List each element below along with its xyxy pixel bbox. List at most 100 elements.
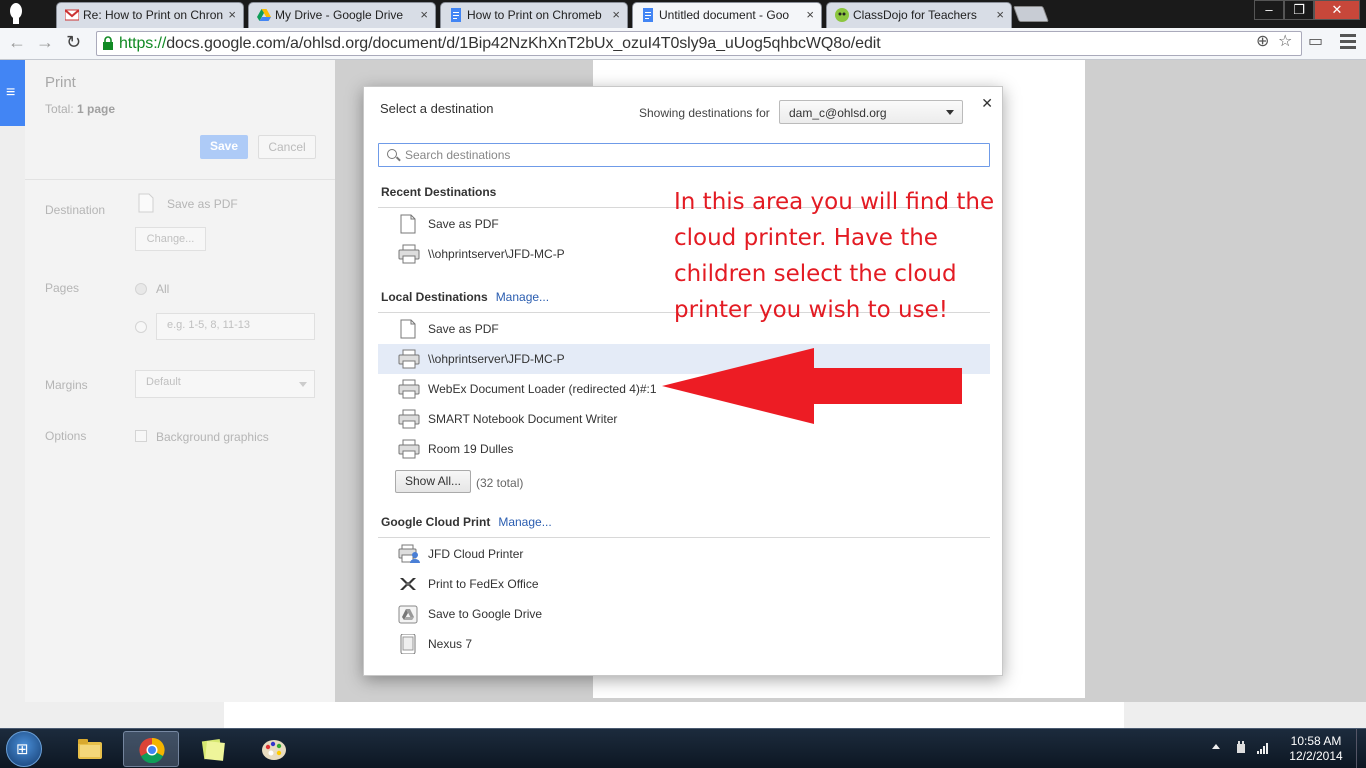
print-total: Total: 1 page <box>45 102 115 116</box>
destination-item[interactable]: JFD Cloud Printer <box>378 539 990 569</box>
pdf-file-icon <box>398 319 418 339</box>
printer-icon <box>398 379 420 399</box>
show-all-button[interactable]: Show All... <box>395 470 471 493</box>
destination-item[interactable]: Save to Google Drive <box>378 599 990 629</box>
folder-icon <box>78 739 102 759</box>
minimize-button[interactable]: – <box>1254 0 1284 20</box>
back-arrow-icon[interactable]: ← <box>8 32 26 53</box>
power-plug-icon[interactable] <box>1234 741 1248 755</box>
destination-label: JFD Cloud Printer <box>428 547 524 561</box>
pdf-file-icon <box>398 214 418 234</box>
zoom-icon[interactable]: ⊕ <box>1256 31 1269 51</box>
taskbar-explorer[interactable] <box>62 731 118 767</box>
network-signal-icon[interactable] <box>1256 741 1270 755</box>
printer-icon <box>398 349 420 369</box>
dialog-title: Select a destination <box>380 101 494 116</box>
paint-palette-icon <box>262 740 286 760</box>
destination-label: Destination <box>45 203 106 217</box>
account-select[interactable]: dam_c@ohlsd.org <box>779 100 963 124</box>
classdojo-icon <box>835 8 849 22</box>
margins-value: Default <box>146 376 181 388</box>
printer-icon <box>398 244 420 264</box>
manage-cloud-link[interactable]: Manage... <box>498 515 551 529</box>
search-input[interactable] <box>405 147 975 163</box>
total-value: 1 page <box>77 102 116 116</box>
cancel-button[interactable]: Cancel <box>258 135 316 159</box>
tab-untitled-document[interactable]: Untitled document - Goo × <box>632 2 822 28</box>
tab-title: Untitled document - Goo <box>659 8 790 22</box>
show-desktop-button[interactable] <box>1356 729 1366 768</box>
hamburger-icon[interactable]: ≡ <box>6 84 15 102</box>
taskbar-notes[interactable] <box>185 731 241 767</box>
google-drive-icon <box>398 604 418 624</box>
tab-drive[interactable]: My Drive - Google Drive × <box>248 2 436 28</box>
new-tab-button[interactable] <box>1013 6 1049 22</box>
docs-menu-bar: ≡ <box>0 60 25 126</box>
showing-destinations-label: Showing destinations for <box>639 106 770 120</box>
tab-classdojo[interactable]: ClassDojo for Teachers × <box>826 2 1012 28</box>
chrome-icon <box>139 737 165 763</box>
window-close-button[interactable]: ✕ <box>1314 0 1360 20</box>
tab-close-icon[interactable]: × <box>420 7 428 22</box>
pages-range-input[interactable]: e.g. 1-5, 8, 11-13 <box>156 313 315 340</box>
destination-label: SMART Notebook Document Writer <box>428 412 618 426</box>
maximize-button[interactable]: ❐ <box>1284 0 1314 20</box>
taskbar-paint[interactable] <box>246 731 302 767</box>
tab-title: My Drive - Google Drive <box>275 8 404 22</box>
background-graphics-checkbox[interactable] <box>135 430 147 442</box>
manage-local-link[interactable]: Manage... <box>496 290 549 304</box>
url-text: https://docs.google.com/a/ohlsd.org/docu… <box>119 35 881 53</box>
margins-label: Margins <box>45 378 88 392</box>
windows-logo-icon: ⊞ <box>16 741 29 758</box>
tab-close-icon[interactable]: × <box>996 7 1004 22</box>
cast-icon[interactable]: ▭ <box>1308 31 1323 51</box>
tab-close-icon[interactable]: × <box>228 7 236 22</box>
cloud-heading-label: Google Cloud Print <box>381 515 491 529</box>
change-destination-button[interactable]: Change... <box>135 227 206 251</box>
url-path: docs.google.com/a/ohlsd.org/document/d/1… <box>166 35 881 52</box>
forward-arrow-icon[interactable]: → <box>36 32 54 53</box>
system-clock[interactable]: 10:58 AM 12/2/2014 <box>1280 734 1352 764</box>
document-page-bottom <box>224 702 1124 728</box>
destination-item[interactable]: Nexus 7 <box>378 629 990 659</box>
tab-how-to-print[interactable]: How to Print on Chromeb × <box>440 2 628 28</box>
chrome-menu-icon[interactable] <box>1340 34 1356 52</box>
clock-date: 12/2/2014 <box>1289 749 1343 763</box>
print-title: Print <box>45 74 76 91</box>
tab-close-icon[interactable]: × <box>806 7 814 22</box>
tutorial-annotation: In this area you will find the cloud pri… <box>674 189 995 323</box>
margins-select[interactable]: Default <box>135 370 315 398</box>
destination-item[interactable]: Room 19 Dulles <box>378 434 990 464</box>
chevron-down-icon <box>946 110 954 115</box>
destination-label: Save as PDF <box>428 217 499 231</box>
save-button[interactable]: Save <box>200 135 248 159</box>
tab-close-icon[interactable]: × <box>612 7 620 22</box>
start-button[interactable]: ⊞ <box>6 731 42 767</box>
pages-custom-radio[interactable] <box>135 321 147 333</box>
browser-toolbar: ← → ↻ https://docs.google.com/a/ohlsd.or… <box>0 28 1366 60</box>
tab-title: How to Print on Chromeb <box>467 8 602 22</box>
search-destinations[interactable] <box>378 143 990 167</box>
divider <box>378 537 990 538</box>
destination-label: Print to FedEx Office <box>428 577 539 591</box>
printer-icon <box>398 409 420 429</box>
address-bar[interactable]: https://docs.google.com/a/ohlsd.org/docu… <box>96 31 1302 56</box>
gmail-icon <box>64 8 80 22</box>
reload-icon[interactable]: ↻ <box>66 32 81 53</box>
search-icon <box>387 149 397 159</box>
window-controls: – ❐ ✕ <box>1254 0 1360 20</box>
profile-icon[interactable] <box>8 2 24 26</box>
bookmark-star-icon[interactable]: ☆ <box>1278 31 1292 51</box>
show-hidden-icons-button[interactable] <box>1212 744 1220 749</box>
options-label: Options <box>45 429 87 443</box>
pages-label: Pages <box>45 281 80 295</box>
close-icon[interactable]: ✕ <box>981 95 993 112</box>
tab-gmail[interactable]: Re: How to Print on Chron × <box>56 2 244 28</box>
destination-item[interactable]: Print to FedEx Office <box>378 569 990 599</box>
taskbar-chrome[interactable] <box>123 731 179 767</box>
total-destinations: (32 total) <box>476 476 524 490</box>
sticky-notes-icon <box>201 738 225 761</box>
local-destinations-heading: Local Destinations Manage... <box>381 290 549 304</box>
pages-all-radio[interactable] <box>135 283 147 295</box>
local-heading-label: Local Destinations <box>381 290 488 304</box>
